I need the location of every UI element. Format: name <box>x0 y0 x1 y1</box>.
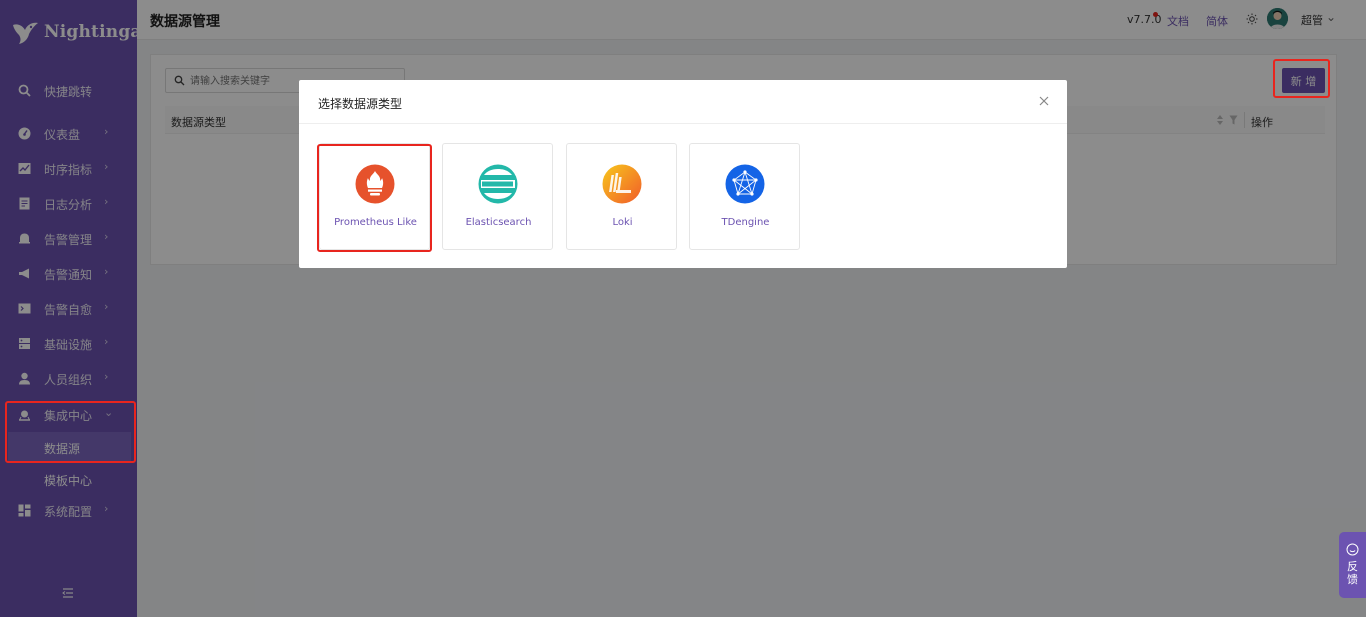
datasource-option-label: Elasticsearch <box>465 217 532 228</box>
highlight-box-prometheus <box>317 144 432 252</box>
datasource-option-label: TDengine <box>721 217 770 228</box>
datasource-option-tdengine[interactable]: TDengine <box>689 143 800 250</box>
feedback-tab[interactable]: 反馈 <box>1339 532 1366 598</box>
highlight-box-integration <box>5 401 136 463</box>
datasource-option-elasticsearch[interactable]: Elasticsearch <box>442 143 553 250</box>
modal-header: 选择数据源类型 <box>299 80 1067 124</box>
highlight-box-add-button <box>1273 59 1330 98</box>
smile-icon <box>1346 543 1359 556</box>
datasource-option-label: Loki <box>612 217 633 228</box>
modal-title: 选择数据源类型 <box>318 97 403 111</box>
tdengine-icon <box>725 164 765 204</box>
close-icon[interactable] <box>1037 94 1051 108</box>
elasticsearch-icon <box>478 164 518 204</box>
loki-icon <box>602 164 642 204</box>
datasource-option-loki[interactable]: Loki <box>566 143 677 250</box>
feedback-label: 反馈 <box>1347 560 1358 586</box>
